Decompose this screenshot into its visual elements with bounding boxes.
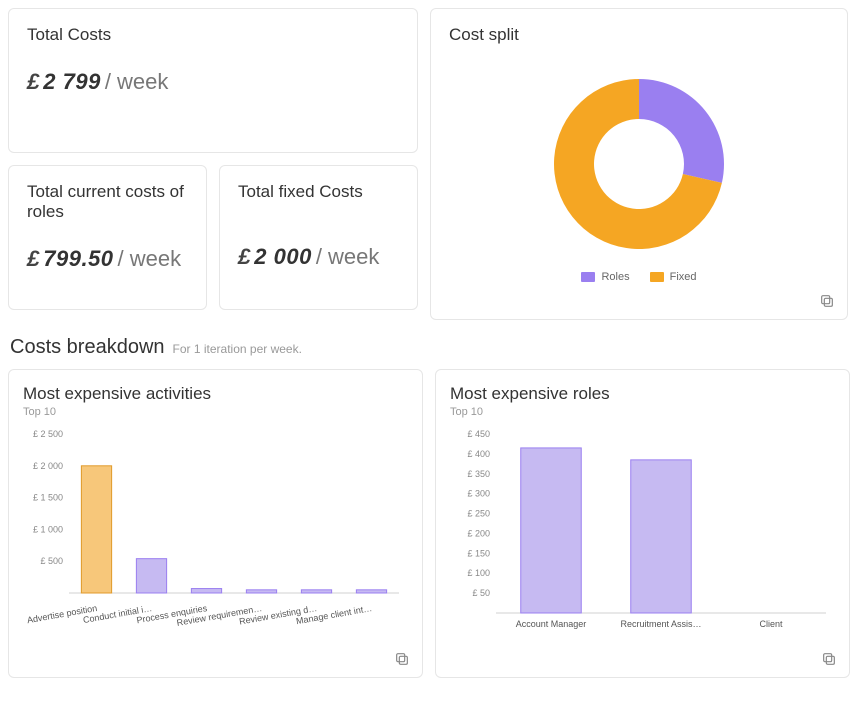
total-costs-card: Total Costs £2 799 / week: [8, 8, 418, 153]
legend-fixed: Fixed: [650, 271, 697, 283]
svg-text:£ 50: £ 50: [472, 588, 490, 598]
breakdown-title: Costs breakdown: [10, 336, 165, 359]
total-costs-value: £2 799 / week: [27, 69, 399, 95]
svg-text:£ 1 000: £ 1 000: [33, 524, 63, 534]
svg-text:£ 300: £ 300: [467, 489, 490, 499]
svg-text:£ 500: £ 500: [40, 556, 63, 566]
cost-split-title: Cost split: [449, 25, 829, 45]
fixed-costs-card: Total fixed Costs £2 000 / week: [219, 165, 418, 310]
roles-chart-sub: Top 10: [450, 406, 835, 418]
roles-costs-title: Total current costs of roles: [27, 182, 188, 222]
svg-text:£ 200: £ 200: [467, 528, 490, 538]
activities-chart-card: Most expensive activities Top 10 £ 500 £ …: [8, 369, 423, 678]
activities-chart-sub: Top 10: [23, 406, 408, 418]
svg-text:£ 2 500: £ 2 500: [33, 429, 63, 439]
svg-text:Client: Client: [759, 619, 783, 629]
roles-costs-card: Total current costs of roles £799.50 / w…: [8, 165, 207, 310]
copy-icon[interactable]: [819, 293, 835, 309]
svg-text:£ 450: £ 450: [467, 429, 490, 439]
copy-icon[interactable]: [821, 651, 837, 667]
roles-bar-chart: £ 50 £ 100 £ 150 £ 200 £ 250 £ 300 £ 350 £ 400 £…: [450, 426, 832, 641]
cost-split-legend: Roles Fixed: [449, 271, 829, 283]
activities-bar-chart: £ 500£ 1 000£ 1 500£ 2 000£ 2 500Adverti…: [23, 426, 405, 641]
svg-text:£ 1 500: £ 1 500: [33, 493, 63, 503]
svg-text:Recruitment Assis…: Recruitment Assis…: [620, 619, 701, 629]
breakdown-header: Costs breakdown For 1 iteration per week…: [10, 336, 850, 359]
svg-text:£ 100: £ 100: [467, 568, 490, 578]
copy-icon[interactable]: [394, 651, 410, 667]
total-costs-title: Total Costs: [27, 25, 399, 45]
svg-text:£ 350: £ 350: [467, 469, 490, 479]
legend-roles: Roles: [581, 271, 629, 283]
roles-costs-value: £799.50 / week: [27, 246, 188, 272]
svg-text:£ 2 000: £ 2 000: [33, 461, 63, 471]
svg-text:£ 250: £ 250: [467, 509, 490, 519]
roles-chart-title: Most expensive roles: [450, 384, 835, 404]
cost-split-donut: [544, 69, 734, 259]
fixed-costs-value: £2 000 / week: [238, 244, 399, 270]
activities-chart-title: Most expensive activities: [23, 384, 408, 404]
breakdown-sub: For 1 iteration per week.: [173, 342, 302, 356]
svg-text:Account Manager: Account Manager: [516, 619, 587, 629]
cost-split-card: Cost split Roles Fixed: [430, 8, 848, 320]
svg-text:£ 150: £ 150: [467, 548, 490, 558]
svg-text:£ 400: £ 400: [467, 449, 490, 459]
fixed-costs-title: Total fixed Costs: [238, 182, 399, 220]
roles-chart-card: Most expensive roles Top 10 £ 50 £ 100 £ 1…: [435, 369, 850, 678]
